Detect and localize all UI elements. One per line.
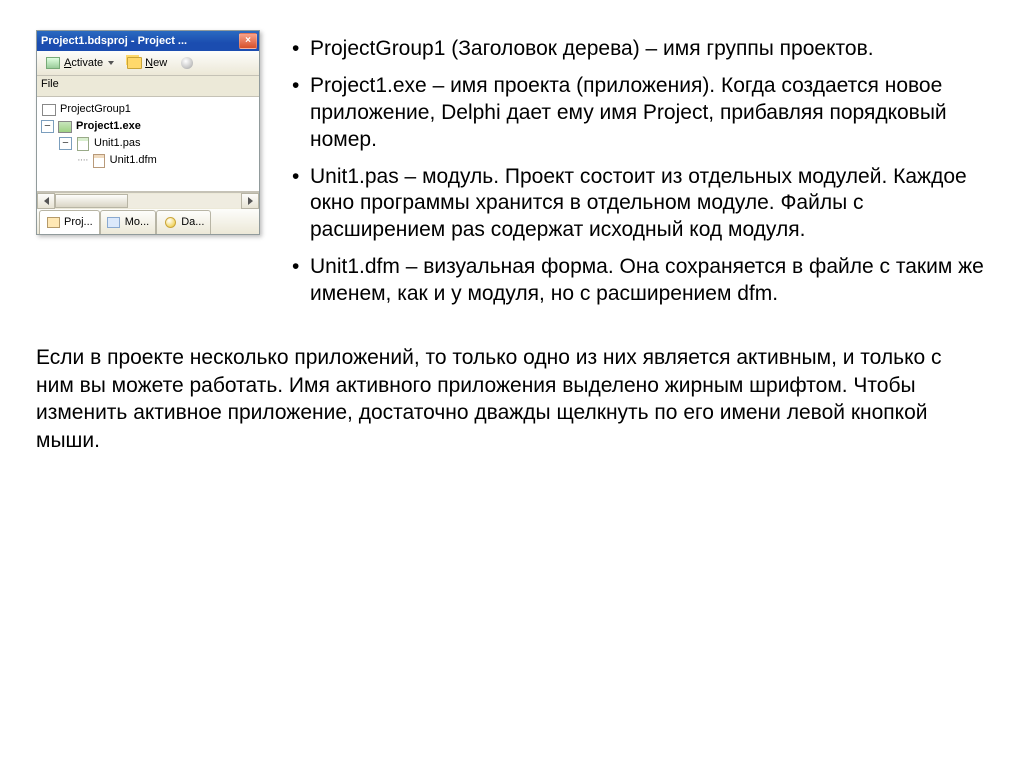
file-column-label: File bbox=[41, 78, 59, 90]
window-titlebar: Project1.bdsproj - Project ... × bbox=[37, 31, 259, 51]
collapse-icon[interactable]: – bbox=[41, 120, 54, 133]
horizontal-scrollbar[interactable] bbox=[37, 192, 259, 209]
paragraph: Если в проекте несколько приложений, то … bbox=[36, 344, 966, 455]
tab-label: Mo... bbox=[125, 216, 149, 228]
new-button[interactable]: New bbox=[122, 53, 171, 73]
list-item: Project1.exe – имя проекта (приложения).… bbox=[310, 73, 988, 154]
tree-label: Unit1.pas bbox=[94, 135, 140, 152]
close-button[interactable]: × bbox=[239, 33, 257, 49]
tab-label: Proj... bbox=[64, 216, 93, 228]
tree-label: ProjectGroup1 bbox=[60, 101, 131, 118]
list-item: Unit1.dfm – визуальная форма. Она сохран… bbox=[310, 254, 988, 308]
bottom-tabstrip: Proj... Mo... Da... bbox=[37, 209, 259, 234]
new-label: ew bbox=[153, 57, 167, 69]
activate-icon bbox=[45, 55, 61, 71]
model-tab-icon bbox=[106, 214, 122, 230]
tab-label: Da... bbox=[181, 216, 204, 228]
tab-project[interactable]: Proj... bbox=[39, 210, 100, 234]
tree-row-group[interactable]: ProjectGroup1 bbox=[41, 101, 257, 118]
collapse-icon[interactable]: – bbox=[59, 137, 72, 150]
scroll-thumb[interactable] bbox=[55, 194, 128, 208]
project-tab-icon bbox=[45, 214, 61, 230]
project-group-icon bbox=[41, 102, 57, 118]
tree-connector: ···· bbox=[77, 152, 88, 169]
toolbar: Activate New bbox=[37, 51, 259, 76]
tab-model[interactable]: Mo... bbox=[100, 210, 156, 234]
tree-row-pas[interactable]: – Unit1.pas bbox=[41, 135, 257, 152]
tree-label: Project1.exe bbox=[76, 118, 141, 135]
triangle-left-icon bbox=[44, 197, 49, 205]
list-item: Unit1.pas – модуль. Проект состоит из от… bbox=[310, 164, 988, 245]
tab-data[interactable]: Da... bbox=[156, 210, 211, 234]
exe-icon bbox=[57, 119, 73, 135]
bullet-list: ProjectGroup1 (Заголовок дерева) – имя г… bbox=[290, 30, 988, 318]
scroll-left-button[interactable] bbox=[37, 193, 55, 209]
scroll-track[interactable] bbox=[55, 194, 241, 208]
dfm-file-icon bbox=[91, 153, 107, 169]
activate-label: ctivate bbox=[71, 57, 103, 69]
column-header: File bbox=[37, 76, 259, 97]
tree-row-dfm[interactable]: ···· Unit1.dfm bbox=[41, 152, 257, 169]
triangle-right-icon bbox=[248, 197, 253, 205]
window-title: Project1.bdsproj - Project ... bbox=[41, 35, 239, 47]
scroll-right-button[interactable] bbox=[241, 193, 259, 209]
data-tab-icon bbox=[162, 214, 178, 230]
disk-icon bbox=[179, 55, 195, 71]
tree-label: Unit1.dfm bbox=[110, 152, 157, 169]
activate-button[interactable]: Activate bbox=[41, 53, 118, 73]
new-folder-icon bbox=[126, 55, 142, 71]
project-manager-panel: Project1.bdsproj - Project ... × Activat… bbox=[36, 30, 260, 235]
pas-file-icon bbox=[75, 136, 91, 152]
project-tree[interactable]: ProjectGroup1 – Project1.exe – Unit1.pas… bbox=[37, 97, 259, 192]
chevron-down-icon bbox=[108, 61, 114, 65]
list-item: ProjectGroup1 (Заголовок дерева) – имя г… bbox=[310, 36, 988, 63]
tree-row-exe[interactable]: – Project1.exe bbox=[41, 118, 257, 135]
extra-toolbar-button[interactable] bbox=[175, 53, 199, 73]
